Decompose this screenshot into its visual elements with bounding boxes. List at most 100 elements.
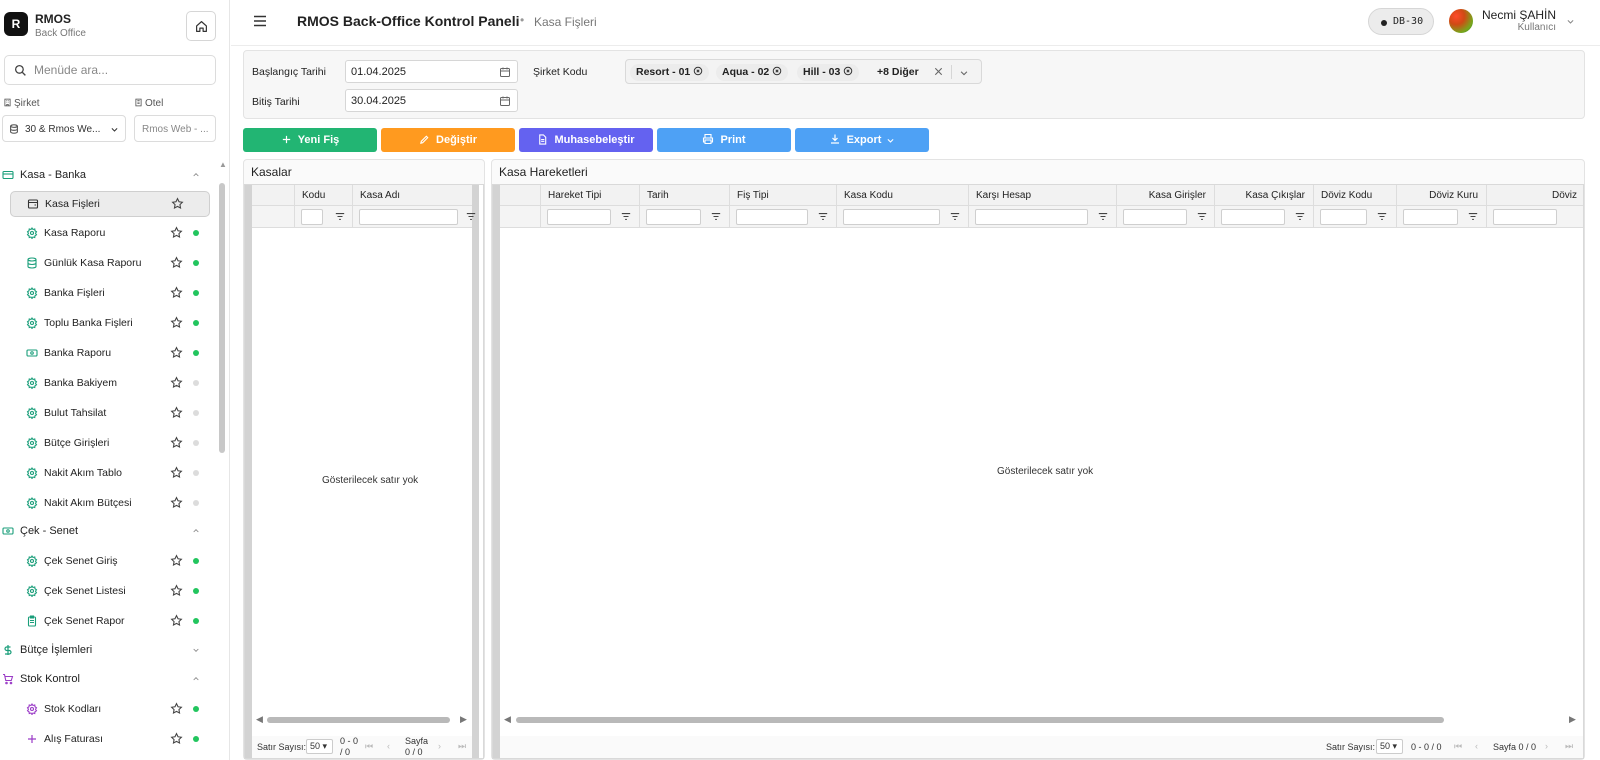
menu-search-input[interactable] xyxy=(34,62,204,78)
column-header[interactable]: Karşı Hesap xyxy=(968,185,1116,206)
menu-item[interactable]: Nakit Akım Tablo xyxy=(10,460,210,486)
hotel-select[interactable]: Rmos Web - ... xyxy=(134,115,216,142)
db-badge[interactable]: DB-30 xyxy=(1368,8,1434,35)
filter-input[interactable] xyxy=(1403,209,1458,225)
star-icon[interactable] xyxy=(170,436,183,452)
star-icon[interactable] xyxy=(170,286,183,302)
star-icon[interactable] xyxy=(170,554,183,570)
column-header[interactable]: Kasa Kodu xyxy=(836,185,968,206)
start-date-input[interactable]: 01.04.2025 xyxy=(345,60,518,83)
clear-icon[interactable] xyxy=(933,66,944,77)
menu-item[interactable]: Kasa Raporu xyxy=(10,220,210,246)
star-icon[interactable] xyxy=(170,226,183,242)
home-button[interactable] xyxy=(186,11,216,41)
end-date-input[interactable]: 30.04.2025 xyxy=(345,89,518,112)
calendar-icon[interactable] xyxy=(499,95,511,107)
scroll-left-icon[interactable]: ◀ xyxy=(504,714,511,725)
column-header[interactable]: Döviz xyxy=(1486,185,1583,206)
star-icon[interactable] xyxy=(170,732,183,748)
remove-chip-icon[interactable] xyxy=(693,66,703,76)
edit-button[interactable]: Değiştir xyxy=(381,128,515,152)
remove-chip-icon[interactable] xyxy=(843,66,853,76)
scroll-left-icon[interactable]: ◀ xyxy=(256,714,263,725)
menu-item[interactable]: Toplu Banka Fişleri xyxy=(10,310,210,336)
section-butce-islemleri[interactable]: Bütçe İşlemleri xyxy=(0,637,212,663)
star-icon[interactable] xyxy=(170,496,183,512)
section-kasa-banka[interactable]: Kasa - Banka xyxy=(0,162,212,188)
menu-item[interactable]: Alış Faturası xyxy=(10,726,210,752)
post-accounting-button[interactable]: Muhasebeleştir xyxy=(519,128,653,152)
star-icon[interactable] xyxy=(170,376,183,392)
menu-item[interactable]: Çek Senet Rapor xyxy=(10,608,210,634)
filter-input[interactable] xyxy=(1320,209,1367,225)
filter-input[interactable] xyxy=(646,209,701,225)
page-size-select[interactable]: 50 ▾ xyxy=(1376,739,1403,754)
prev-page-icon[interactable]: ‹ xyxy=(387,741,390,751)
menu-toggle-icon[interactable] xyxy=(253,15,267,27)
menu-item[interactable]: Banka Raporu xyxy=(10,340,210,366)
first-page-icon[interactable]: ⏮ xyxy=(1454,741,1462,752)
new-voucher-button[interactable]: Yeni Fiş xyxy=(243,128,377,152)
export-button[interactable]: Export xyxy=(795,128,929,152)
filter-input[interactable] xyxy=(975,209,1088,225)
horizontal-scrollbar[interactable] xyxy=(516,717,1444,723)
calendar-icon[interactable] xyxy=(499,66,511,78)
prev-page-icon[interactable]: ‹ xyxy=(1475,741,1478,751)
star-icon[interactable] xyxy=(170,466,183,482)
last-page-icon[interactable]: ⏭ xyxy=(458,741,466,752)
next-page-icon[interactable]: › xyxy=(1545,741,1548,751)
sidebar-scroll-up[interactable]: ▲ xyxy=(219,160,227,169)
section-cek-senet[interactable]: Çek - Senet xyxy=(0,518,212,544)
menu-item[interactable]: Nakit Akım Bütçesi xyxy=(10,490,210,516)
column-header[interactable]: Döviz Kuru xyxy=(1396,185,1486,206)
column-header-kodu[interactable]: Kodu xyxy=(294,185,352,206)
filter-input[interactable] xyxy=(547,209,611,225)
remove-chip-icon[interactable] xyxy=(772,66,782,76)
filter-input[interactable] xyxy=(359,209,458,225)
filter-icon[interactable] xyxy=(335,212,345,221)
filter-input[interactable] xyxy=(1123,209,1187,225)
chevron-down-icon[interactable] xyxy=(1566,17,1575,26)
menu-item[interactable]: Bütçe Girişleri xyxy=(10,430,210,456)
filter-input[interactable] xyxy=(1493,209,1557,225)
column-header[interactable]: Fiş Tipi xyxy=(729,185,836,206)
star-icon[interactable] xyxy=(170,316,183,332)
filter-input[interactable] xyxy=(736,209,808,225)
menu-search[interactable] xyxy=(4,55,216,85)
user-name[interactable]: Necmi ŞAHİN xyxy=(1451,8,1556,22)
star-icon[interactable] xyxy=(171,197,184,210)
filter-icon[interactable] xyxy=(466,212,476,221)
column-header[interactable]: Döviz Kodu xyxy=(1313,185,1396,206)
first-page-icon[interactable]: ⏮ xyxy=(365,741,373,752)
star-icon[interactable] xyxy=(170,614,183,630)
menu-item[interactable]: Banka Fişleri xyxy=(10,280,210,306)
column-header[interactable]: Tarih xyxy=(639,185,729,206)
next-page-icon[interactable]: › xyxy=(438,741,441,751)
star-icon[interactable] xyxy=(170,702,183,718)
scroll-right-icon[interactable]: ▶ xyxy=(460,714,467,725)
filter-input[interactable] xyxy=(301,209,323,225)
print-button[interactable]: Print xyxy=(657,128,791,152)
filter-input[interactable] xyxy=(843,209,940,225)
company-code-select[interactable]: Resort - 01 Aqua - 02 Hill - 03 +8 Diğer xyxy=(625,59,982,84)
menu-item[interactable]: Bulut Tahsilat xyxy=(10,400,210,426)
star-icon[interactable] xyxy=(170,584,183,600)
menu-item[interactable]: Çek Senet Giriş xyxy=(10,548,210,574)
menu-item-kasa-fisleri[interactable]: Kasa Fişleri xyxy=(10,191,210,217)
menu-item[interactable]: Günlük Kasa Raporu xyxy=(10,250,210,276)
column-header[interactable]: Hareket Tipi xyxy=(540,185,639,206)
menu-item[interactable]: Çek Senet Listesi xyxy=(10,578,210,604)
scroll-right-icon[interactable]: ▶ xyxy=(1569,714,1576,725)
menu-item[interactable]: Banka Bakiyem xyxy=(10,370,210,396)
column-header[interactable]: Kasa Girişler xyxy=(1116,185,1214,206)
star-icon[interactable] xyxy=(170,256,183,272)
company-select[interactable]: 30 & Rmos We... xyxy=(2,115,126,142)
filter-input[interactable] xyxy=(1221,209,1285,225)
column-header-kasa-adi[interactable]: Kasa Adı xyxy=(352,185,483,206)
chevron-down-icon[interactable] xyxy=(959,68,969,78)
sidebar-scrollbar[interactable] xyxy=(219,183,225,453)
star-icon[interactable] xyxy=(170,346,183,362)
horizontal-scrollbar[interactable] xyxy=(267,717,450,723)
page-size-select[interactable]: 50 ▾ xyxy=(306,739,333,754)
section-stok-kontrol[interactable]: Stok Kontrol xyxy=(0,666,212,692)
